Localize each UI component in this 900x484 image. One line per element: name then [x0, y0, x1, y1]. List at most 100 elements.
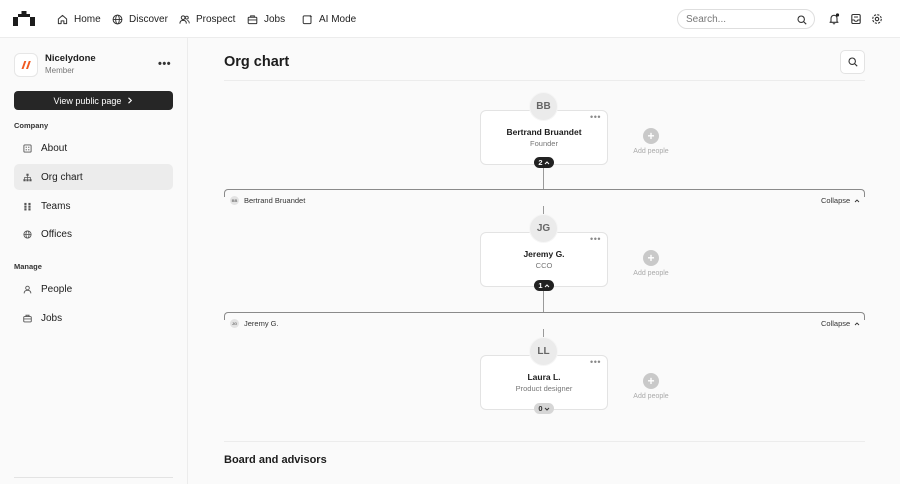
section-label-company: Company: [14, 121, 49, 130]
sidebar-item-org-chart-label: Org chart: [41, 171, 83, 183]
gear-icon[interactable]: [871, 13, 883, 25]
plus-icon: +: [643, 250, 659, 266]
search-icon: [847, 57, 858, 67]
add-people-button[interactable]: + Add people: [621, 128, 681, 155]
building-icon: [23, 143, 32, 153]
company-more-icon[interactable]: •••: [158, 58, 171, 70]
sidebar-item-teams[interactable]: Teams: [14, 193, 173, 219]
person-icon: [23, 285, 32, 293]
globe-icon: [112, 14, 123, 24]
chevron-up-icon: [544, 283, 549, 287]
nav-home[interactable]: Home: [57, 0, 101, 38]
person-name: Bertrand Bruandet: [506, 127, 582, 137]
global-search[interactable]: [677, 9, 815, 29]
bell-icon[interactable]: [828, 13, 840, 25]
chevron-up-icon: [854, 321, 860, 325]
top-navigation-bar: Home Discover Prospect Jobs AI Mode: [0, 0, 900, 38]
chevron-up-icon: [854, 198, 860, 202]
sidebar-item-people[interactable]: People: [14, 276, 173, 302]
sidebar-item-org-chart[interactable]: Org chart: [14, 164, 173, 190]
add-people-label: Add people: [633, 148, 669, 155]
nav-jobs[interactable]: Jobs: [247, 0, 285, 38]
connector-line: [543, 168, 544, 190]
nav-discover-label: Discover: [129, 13, 168, 25]
connector-line: [543, 206, 544, 214]
view-public-page-label: View public page: [53, 95, 122, 106]
sparkle-icon: [302, 14, 313, 24]
search-input[interactable]: [686, 13, 786, 25]
section-label-manage: Manage: [14, 262, 42, 271]
avatar: LL: [529, 337, 558, 366]
reports-count: 2: [538, 158, 543, 167]
sidebar-item-jobs-label: Jobs: [41, 312, 63, 324]
view-public-page-button[interactable]: View public page: [14, 91, 173, 110]
collapse-button[interactable]: Collapse: [821, 319, 860, 328]
company-role: Member: [45, 66, 75, 75]
person-name: Jeremy G.: [523, 249, 565, 259]
board-section-title: Board and advisors: [224, 454, 327, 466]
person-name: Laura L.: [527, 372, 561, 382]
nav-discover[interactable]: Discover: [112, 0, 168, 38]
chevron-right-icon: [128, 97, 133, 104]
users-icon: [179, 14, 190, 24]
plus-icon: +: [643, 128, 659, 144]
card-more-icon[interactable]: •••: [590, 112, 601, 122]
search-icon: [797, 15, 807, 25]
collapse-label: Collapse: [821, 319, 851, 328]
subtree-owner-name: Jeremy G.: [244, 319, 279, 328]
sidebar-item-offices[interactable]: Offices: [14, 221, 173, 247]
sidebar-item-about[interactable]: About: [14, 135, 173, 161]
sidebar: Nicelydone Member ••• View public page C…: [0, 38, 188, 484]
chevron-up-icon: [544, 160, 549, 164]
subtree-owner-name: Bertrand Bruandet: [244, 196, 306, 205]
mini-avatar: BB: [230, 196, 239, 205]
add-people-button[interactable]: + Add people: [621, 373, 681, 400]
briefcase-icon: [247, 14, 258, 24]
company-logo[interactable]: [14, 53, 38, 77]
inbox-icon[interactable]: [850, 13, 862, 25]
nav-ai-mode-label: AI Mode: [319, 13, 357, 25]
plus-icon: +: [643, 373, 659, 389]
card-more-icon[interactable]: •••: [590, 234, 601, 244]
company-name: Nicelydone: [45, 53, 96, 64]
nav-home-label: Home: [74, 13, 101, 25]
reports-toggle-badge[interactable]: 0: [534, 403, 554, 414]
reports-count: 1: [538, 281, 543, 290]
nav-prospect-label: Prospect: [196, 13, 236, 25]
header-divider: [224, 80, 865, 81]
hierarchy-bracket: [224, 189, 865, 197]
add-people-button[interactable]: + Add people: [621, 250, 681, 277]
reports-toggle-badge[interactable]: 2: [534, 157, 554, 168]
card-more-icon[interactable]: •••: [590, 357, 601, 367]
teams-icon: [24, 202, 31, 210]
reports-toggle-badge[interactable]: 1: [534, 280, 554, 291]
company-logo-icon: [21, 61, 31, 69]
connector-line: [543, 329, 544, 337]
logo-icon[interactable]: [13, 11, 35, 26]
add-people-label: Add people: [633, 393, 669, 400]
chevron-down-icon: [544, 407, 549, 411]
sidebar-item-offices-label: Offices: [41, 228, 72, 240]
briefcase-icon: [23, 314, 32, 322]
org-chart-icon: [23, 173, 32, 181]
org-search-button[interactable]: [840, 50, 865, 74]
hierarchy-bracket: [224, 312, 865, 320]
collapse-label: Collapse: [821, 196, 851, 205]
sidebar-item-people-label: People: [41, 283, 73, 295]
page-title: Org chart: [224, 54, 290, 70]
mini-avatar: JG: [230, 319, 239, 328]
collapse-button[interactable]: Collapse: [821, 196, 860, 205]
nav-ai-mode[interactable]: AI Mode: [302, 0, 356, 38]
sidebar-divider: [14, 477, 173, 478]
globe-icon: [23, 229, 32, 239]
sidebar-item-jobs[interactable]: Jobs: [14, 305, 173, 331]
connector-line: [543, 291, 544, 313]
subtree-header-jeremy: JG Jeremy G.: [230, 319, 279, 328]
subtree-header-bertrand: BB Bertrand Bruandet: [230, 196, 305, 205]
nav-jobs-label: Jobs: [264, 13, 286, 25]
reports-count: 0: [538, 404, 543, 413]
section-divider: [224, 441, 865, 442]
nav-prospect[interactable]: Prospect: [179, 0, 235, 38]
avatar: BB: [529, 92, 558, 121]
person-role: Product designer: [515, 384, 573, 393]
